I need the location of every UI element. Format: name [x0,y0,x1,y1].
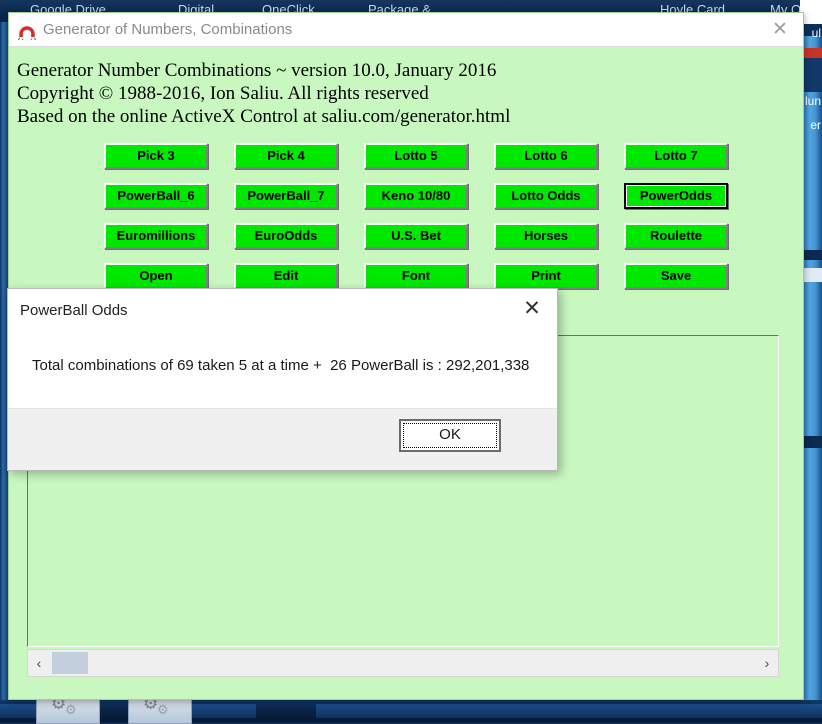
button-lotto-5[interactable]: Lotto 5 [364,143,468,169]
chevron-left-icon[interactable]: ‹ [28,650,50,676]
bg-right-text-0: ul [811,26,821,40]
ok-button[interactable]: OK [399,419,501,452]
app-header-line-2: Based on the online ActiveX Control at s… [17,106,511,127]
gear-icon: ⚙ [65,702,77,717]
dialog-footer: OK [8,408,557,470]
button-euromillions[interactable]: Euromillions [104,223,208,249]
taskbar[interactable]: ⚙ ⚙ ⚙ ⚙ [0,692,822,724]
button-pick-4[interactable]: Pick 4 [234,143,338,169]
close-icon[interactable]: ✕ [767,19,793,41]
title-bar: Generator of Numbers, Combinations ✕ [9,13,803,47]
gear-icon: ⚙ [157,702,169,717]
button-open[interactable]: Open [104,263,208,289]
app-header-line-0: Generator Number Combinations ~ version … [17,60,497,81]
bg-right-text-1: lun [804,94,821,108]
dialog-title: PowerBall Odds [20,302,128,319]
button-pick-3[interactable]: Pick 3 [104,143,208,169]
button-lotto-odds[interactable]: Lotto Odds [494,183,598,209]
button-edit[interactable]: Edit [234,263,338,289]
ok-button-label: OK [439,426,461,443]
button-keno-10-80[interactable]: Keno 10/80 [364,183,468,209]
button-power-odds[interactable]: PowerOdds [624,183,728,209]
bg-right-text-2: er [810,118,821,132]
chevron-right-icon[interactable]: › [756,650,778,676]
button-horses[interactable]: Horses [494,223,598,249]
button-lotto-7[interactable]: Lotto 7 [624,143,728,169]
button-print[interactable]: Print [494,263,598,289]
button-powerball-6[interactable]: PowerBall_6 [104,183,208,209]
button-save[interactable]: Save [624,263,728,289]
powerball-odds-dialog: PowerBall Odds ✕ Total combinations of 6… [7,288,558,471]
button-us-bet[interactable]: U.S. Bet [364,223,468,249]
dialog-message: Total combinations of 69 taken 5 at a ti… [32,357,530,374]
scrollbar-thumb[interactable] [52,652,88,674]
button-powerball-7[interactable]: PowerBall_7 [234,183,338,209]
button-font[interactable]: Font [364,263,468,289]
window-title: Generator of Numbers, Combinations [43,21,293,38]
button-roulette[interactable]: Roulette [624,223,728,249]
app-header-line-1: Copyright © 1988-2016, Ion Saliu. All ri… [17,83,429,104]
magnet-icon [17,20,37,41]
button-euro-odds[interactable]: EuroOdds [234,223,338,249]
close-icon[interactable]: ✕ [519,297,545,321]
horizontal-scrollbar[interactable]: ‹ › [27,649,779,677]
button-lotto-6[interactable]: Lotto 6 [494,143,598,169]
